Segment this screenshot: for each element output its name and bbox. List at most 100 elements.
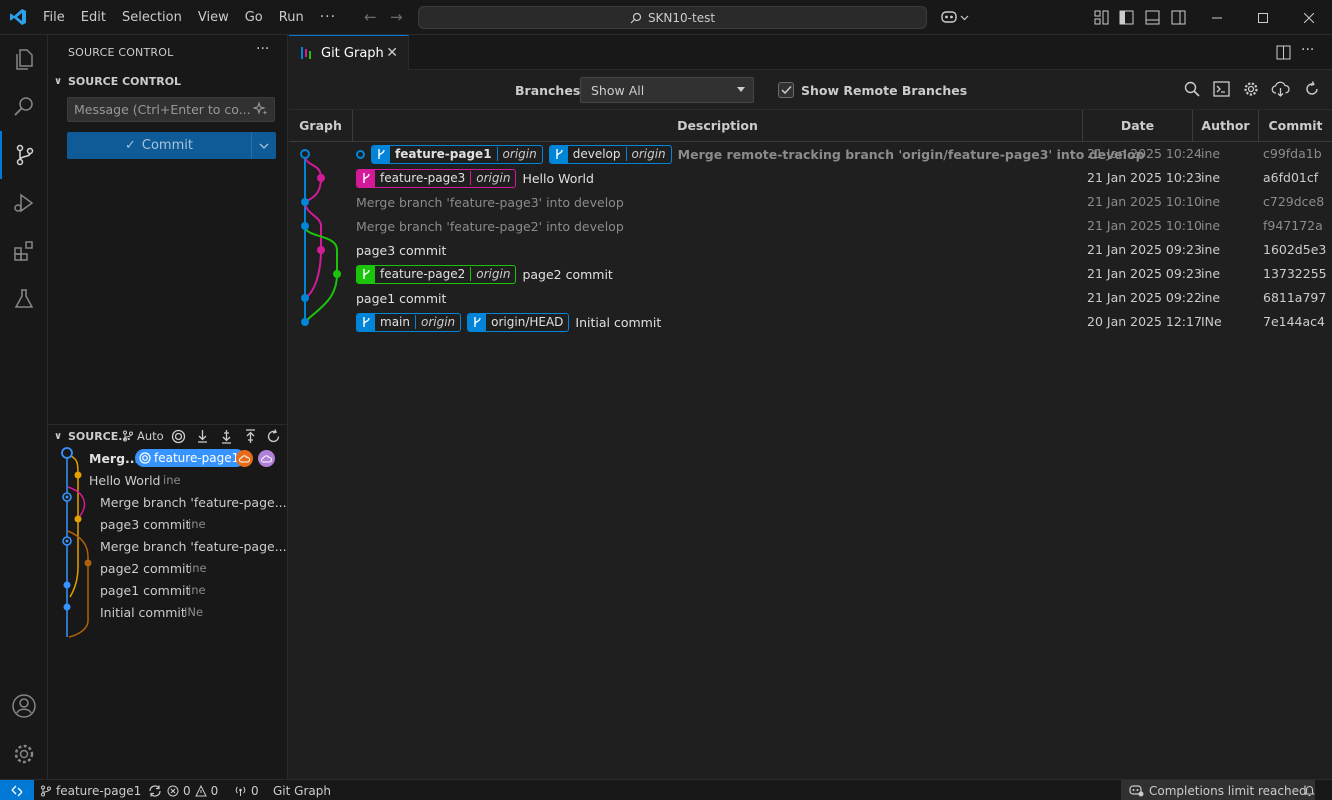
branch-ref[interactable]: main origin (356, 312, 462, 332)
customize-layout-icon[interactable] (1094, 10, 1109, 25)
column-header-graph[interactable]: Graph (289, 110, 353, 142)
commit-subject: page1 commit (356, 290, 447, 306)
auto-branch-filter[interactable]: Auto (122, 429, 164, 443)
find-icon[interactable] (1184, 81, 1200, 97)
accounts-button[interactable] (0, 682, 48, 730)
editor-more-button[interactable]: ··· (1301, 42, 1314, 58)
source-control-section-header[interactable]: ∨ SOURCE CONTROL (48, 70, 181, 92)
commit-table-header: Graph Description Date Author Commit (289, 110, 1332, 142)
menu-run[interactable]: Run (271, 0, 312, 35)
git-graph-status-item[interactable]: Git Graph (273, 780, 331, 800)
branch-status-item[interactable]: feature-page1 (40, 780, 162, 800)
column-header-date[interactable]: Date (1083, 110, 1193, 142)
menu-more[interactable]: ··· (312, 0, 344, 35)
warning-count: 0 (210, 783, 219, 798)
copilot-status-item[interactable]: Completions limit reached (1121, 780, 1315, 800)
menu-view[interactable]: View (190, 0, 237, 35)
terminal-icon[interactable] (1213, 81, 1230, 97)
close-window-button[interactable] (1286, 0, 1332, 35)
branch-icon (372, 145, 390, 163)
menu-go[interactable]: Go (237, 0, 271, 35)
gear-icon (14, 744, 34, 764)
testing-button[interactable] (0, 275, 48, 323)
commit-row[interactable]: page3 commit 21 Jan 2025 09:23 ine 1602d… (289, 238, 1332, 262)
branches-select[interactable]: Show All (580, 77, 754, 103)
sync-icon[interactable] (148, 784, 162, 797)
close-tab-icon[interactable]: ✕ (386, 45, 398, 61)
commit-author: INe (1201, 314, 1222, 329)
show-remote-branches-checkbox[interactable] (778, 82, 794, 98)
menu-edit[interactable]: Edit (73, 0, 114, 35)
branch-name: feature-page1 (56, 783, 142, 798)
push-icon[interactable] (243, 429, 258, 444)
column-header-description[interactable]: Description (353, 110, 1083, 142)
commit-row[interactable]: feature-page1 origin develop origin Merg… (289, 142, 1332, 166)
sparkle-icon[interactable] (253, 101, 269, 117)
commit-row[interactable]: page1 commit 21 Jan 2025 09:22 ine 6811a… (289, 286, 1332, 310)
toggle-secondary-sidebar-icon[interactable] (1171, 10, 1186, 25)
branch-ref[interactable]: origin/HEAD (467, 312, 570, 332)
split-editor-icon[interactable] (1276, 45, 1291, 60)
fetch-icon[interactable] (195, 429, 210, 444)
chevron-down-icon (960, 15, 969, 20)
chevron-down-icon: ∨ (53, 75, 63, 87)
column-header-author[interactable]: Author (1193, 110, 1259, 142)
account-icon (12, 694, 36, 718)
toggle-panel-icon[interactable] (1145, 10, 1160, 25)
commit-dropdown-button[interactable] (251, 132, 276, 159)
commit-message: Merge branch 'feature-page... (100, 538, 287, 554)
maximize-button[interactable] (1240, 0, 1286, 35)
commit-row[interactable]: feature-page2 origin page2 commit 21 Jan… (289, 262, 1332, 286)
branch-ref[interactable]: develop origin (548, 144, 672, 164)
run-debug-icon (14, 193, 34, 213)
copilot-button[interactable] (940, 9, 969, 25)
graph-commit-row[interactable]: Merge branch 'feature-page... (48, 535, 288, 557)
graph-commit-row[interactable]: Hello World ine (48, 469, 288, 491)
manage-button[interactable] (0, 730, 48, 778)
minimize-button[interactable] (1194, 0, 1240, 35)
toggle-primary-sidebar-icon[interactable] (1119, 10, 1134, 25)
menu-file[interactable]: File (35, 0, 73, 35)
bell-icon[interactable] (1303, 784, 1316, 797)
ports-status-item[interactable]: 0 (234, 780, 259, 800)
commit-row[interactable]: main origin origin/HEAD Initial commit 2… (289, 310, 1332, 334)
commit-button[interactable]: ✓ Commit (67, 132, 251, 159)
branch-ref[interactable]: feature-page1 origin (371, 144, 543, 164)
extensions-button[interactable] (0, 227, 48, 275)
commit-row[interactable]: feature-page3 origin Hello World 21 Jan … (289, 166, 1332, 190)
explorer-button[interactable] (0, 35, 48, 83)
branch-icon (123, 430, 133, 442)
problems-status-item[interactable]: 0 0 (167, 780, 218, 800)
graph-commit-row[interactable]: page2 commit ine (48, 557, 288, 579)
back-arrow-icon[interactable]: ← (364, 8, 377, 26)
branch-ref[interactable]: feature-page3 origin (356, 168, 517, 188)
settings-gear-icon[interactable] (1243, 81, 1259, 97)
column-header-commit[interactable]: Commit (1259, 110, 1332, 142)
commit-hash: c729dce8 (1263, 194, 1325, 209)
forward-arrow-icon[interactable]: → (390, 8, 403, 26)
branch-badge: feature-page1 (135, 449, 246, 467)
remote-indicator-button[interactable] (0, 780, 34, 800)
graph-commit-row[interactable]: page1 commit ine (48, 579, 288, 601)
commit-row[interactable]: Merge branch 'feature-page2' into develo… (289, 214, 1332, 238)
graph-commit-row[interactable]: Merge branch 'feature-page... (48, 491, 288, 513)
graph-commit-row[interactable]: page3 commit ine (48, 513, 288, 535)
commit-message-input[interactable] (67, 97, 275, 122)
fetch-cloud-icon[interactable] (1271, 81, 1290, 97)
command-center[interactable]: SKN10-test (418, 6, 927, 29)
branch-ref[interactable]: feature-page2 origin (356, 264, 517, 284)
run-debug-button[interactable] (0, 179, 48, 227)
broadcast-icon (235, 786, 246, 796)
pull-icon[interactable] (219, 429, 234, 444)
graph-commit-row[interactable]: Initial commit INe (48, 601, 288, 623)
graph-commit-row[interactable]: Merg... feature-page1 (48, 447, 288, 469)
source-control-button[interactable] (0, 131, 48, 179)
commit-row[interactable]: Merge branch 'feature-page3' into develo… (289, 190, 1332, 214)
sidebar-more-button[interactable]: ··· (256, 41, 269, 57)
refresh-icon[interactable] (266, 429, 281, 444)
menu-selection[interactable]: Selection (114, 0, 190, 35)
refresh-icon[interactable] (1304, 81, 1320, 97)
search-button[interactable] (0, 83, 48, 131)
tab-git-graph[interactable]: Git Graph ✕ (289, 35, 409, 70)
target-icon[interactable] (171, 429, 186, 444)
